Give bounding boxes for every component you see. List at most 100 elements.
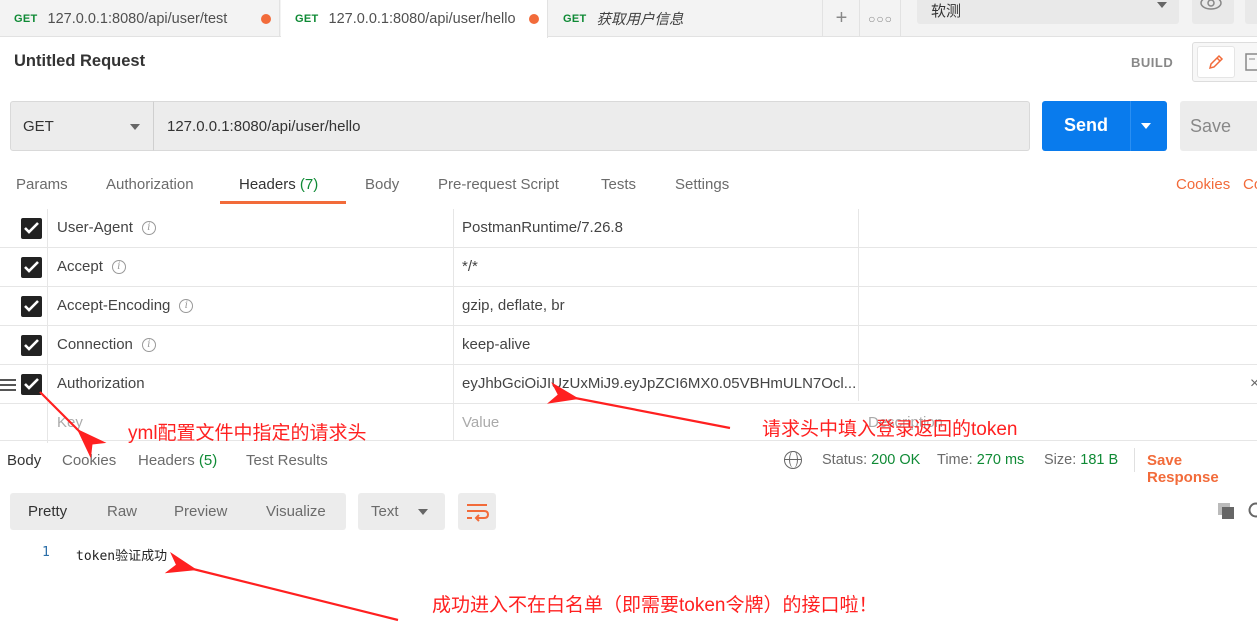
header-key: Connection xyxy=(57,336,133,353)
annotation-success-note: 成功进入不在白名单（即需要token令牌）的接口啦！ xyxy=(432,595,878,616)
copy-icon[interactable] xyxy=(1216,501,1236,521)
header-key-input[interactable]: Key xyxy=(57,414,83,431)
header-value[interactable]: eyJhbGciOiJIUzUxMiJ9.eyJpZCI6MX0.05VBHmU… xyxy=(462,375,856,392)
headers-table: User-Agent i PostmanRuntime/7.26.8 Accept… xyxy=(0,209,1257,443)
wrap-lines-button[interactable] xyxy=(458,493,496,530)
search-icon[interactable] xyxy=(1247,501,1257,521)
info-icon[interactable]: i xyxy=(111,259,126,274)
send-button[interactable]: Send xyxy=(1042,101,1167,151)
table-row: Accept i */* xyxy=(0,248,1257,287)
mode-toggle[interactable] xyxy=(1192,42,1257,82)
info-icon[interactable]: i xyxy=(141,337,156,352)
header-enabled-checkbox[interactable] xyxy=(21,218,42,239)
table-row: Connection i keep-alive xyxy=(0,326,1257,365)
new-tab-button[interactable]: + xyxy=(824,0,860,37)
table-row: Accept-Encoding i gzip, deflate, br xyxy=(0,287,1257,326)
view-pretty-button[interactable]: Pretty xyxy=(28,503,67,520)
chevron-down-icon xyxy=(418,509,428,515)
tab-settings[interactable]: Settings xyxy=(675,176,729,193)
response-tab-cookies[interactable]: Cookies xyxy=(62,452,116,469)
header-enabled-checkbox[interactable] xyxy=(21,257,42,278)
tab-headers-label: Headers xyxy=(239,176,296,193)
view-visualize-button[interactable]: Visualize xyxy=(266,503,326,520)
delete-header-icon[interactable]: × xyxy=(1250,375,1257,393)
annotation-arrow-success xyxy=(164,551,399,622)
header-value[interactable]: gzip, deflate, br xyxy=(462,297,565,314)
document-icon[interactable] xyxy=(1245,53,1257,71)
request-title[interactable]: Untitled Request xyxy=(14,52,145,71)
header-enabled-checkbox[interactable] xyxy=(21,374,42,395)
tab-authorization[interactable]: Authorization xyxy=(106,176,194,193)
annotation-token-note: 请求头中填入登录返回的token xyxy=(762,419,1018,440)
header-key: Authorization xyxy=(57,375,145,392)
cookies-link[interactable]: Cookies xyxy=(1176,176,1230,193)
table-row: User-Agent i PostmanRuntime/7.26.8 xyxy=(0,209,1257,248)
request-tab-user-info[interactable]: GET 获取用户信息 xyxy=(549,0,823,37)
time-label: Time: xyxy=(937,452,973,468)
view-raw-button[interactable]: Raw xyxy=(107,503,137,520)
response-tab-headers-count: (5) xyxy=(198,452,218,469)
more-tabs-button[interactable]: ○○○ xyxy=(861,0,901,37)
status-info: Status: 200 OK xyxy=(822,452,920,468)
header-value[interactable]: PostmanRuntime/7.26.8 xyxy=(462,219,623,236)
http-method-select[interactable]: GET xyxy=(10,101,154,151)
status-value: 200 OK xyxy=(871,452,921,468)
header-key: User-Agent xyxy=(57,219,133,236)
info-icon[interactable]: i xyxy=(141,220,156,235)
tab-label: 127.0.0.1:8080/api/user/hello xyxy=(328,11,516,27)
header-value-input[interactable]: Value xyxy=(462,414,499,431)
environment-quick-look-button[interactable] xyxy=(1192,0,1234,24)
send-label: Send xyxy=(1064,115,1109,135)
annotation-header-note: yml配置文件中指定的请求头 xyxy=(128,423,367,444)
format-select[interactable]: Text xyxy=(358,493,445,530)
tab-params[interactable]: Params xyxy=(16,176,68,193)
check-icon xyxy=(24,261,39,273)
save-response-button[interactable]: Save Response xyxy=(1147,452,1257,486)
url-value: 127.0.0.1:8080/api/user/hello xyxy=(167,118,361,135)
size-label: Size: xyxy=(1044,452,1077,468)
tab-method: GET xyxy=(295,13,319,25)
header-value[interactable]: */* xyxy=(462,258,478,275)
response-tab-body[interactable]: Body xyxy=(7,452,41,469)
code-line: token验证成功 xyxy=(76,549,168,564)
active-tab-indicator xyxy=(220,201,346,204)
tab-prerequest-script[interactable]: Pre-request Script xyxy=(438,176,559,193)
chevron-down-icon xyxy=(1157,2,1167,8)
time-info: Time: 270 ms xyxy=(937,452,1024,468)
header-enabled-checkbox[interactable] xyxy=(21,335,42,356)
request-tab-hello[interactable]: GET 127.0.0.1:8080/api/user/hello xyxy=(281,0,548,38)
view-preview-button[interactable]: Preview xyxy=(174,503,227,520)
tab-body[interactable]: Body xyxy=(365,176,399,193)
response-tab-test-results[interactable]: Test Results xyxy=(246,452,328,469)
table-row: Authorization eyJhbGciOiJIUzUxMiJ9.eyJpZ… xyxy=(0,365,1257,404)
code-link[interactable]: Co xyxy=(1243,176,1257,193)
tab-headers-count: (7) xyxy=(299,176,319,193)
line-number: 1 xyxy=(42,545,50,560)
tab-tests[interactable]: Tests xyxy=(601,176,636,193)
globe-icon[interactable] xyxy=(784,451,802,469)
environment-select[interactable]: 软测 xyxy=(917,0,1179,24)
header-enabled-checkbox[interactable] xyxy=(21,296,42,317)
wrap-lines-icon xyxy=(467,504,490,522)
header-value[interactable]: keep-alive xyxy=(462,336,530,353)
url-input[interactable]: 127.0.0.1:8080/api/user/hello xyxy=(153,101,1030,151)
environment-settings-button[interactable] xyxy=(1245,0,1257,24)
build-mode-label: BUILD xyxy=(1131,55,1174,70)
tab-method: GET xyxy=(14,12,38,25)
info-icon[interactable]: i xyxy=(179,298,194,313)
size-info: Size: 181 B xyxy=(1044,452,1118,468)
check-icon xyxy=(24,378,39,390)
send-options-chevron-icon[interactable] xyxy=(1141,123,1151,129)
header-key: Accept-Encoding xyxy=(57,297,171,314)
check-icon xyxy=(24,300,39,312)
save-label: Save xyxy=(1190,116,1232,136)
request-tab-test[interactable]: GET 127.0.0.1:8080/api/user/test xyxy=(0,0,280,37)
format-value: Text xyxy=(371,503,399,520)
request-tab-strip: GET 127.0.0.1:8080/api/user/test GET 127… xyxy=(0,0,1257,38)
response-tab-headers[interactable]: Headers (5) xyxy=(138,452,217,469)
tab-label: 127.0.0.1:8080/api/user/test xyxy=(47,10,228,27)
edit-mode-button[interactable] xyxy=(1197,46,1235,78)
save-button[interactable]: Save xyxy=(1180,101,1257,151)
status-label: Status: xyxy=(822,452,868,468)
tab-headers[interactable]: Headers (7) xyxy=(239,176,318,193)
